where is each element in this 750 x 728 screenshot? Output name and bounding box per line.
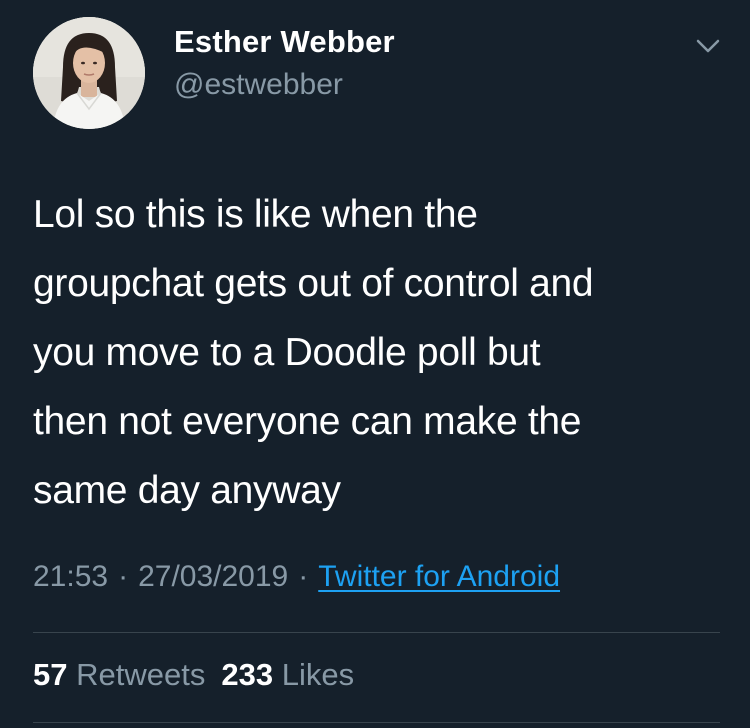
- retweets-stat[interactable]: 57 Retweets: [33, 657, 205, 692]
- avatar[interactable]: [33, 17, 145, 129]
- tweet-text-line: you move to a Doodle poll but: [33, 331, 541, 374]
- divider: [33, 722, 720, 723]
- likes-stat[interactable]: 233 Likes: [221, 657, 354, 692]
- tweet-meta: 21:53 · 27/03/2019 · Twitter for Android: [33, 560, 560, 594]
- tweet-text-line: Lol so this is like when the: [33, 193, 478, 236]
- likes-count: 233: [221, 657, 274, 692]
- tweet-stats: 57 Retweets 233 Likes: [33, 657, 354, 693]
- divider: [33, 632, 720, 633]
- tweet-text-line: then not everyone can make the: [33, 400, 582, 443]
- avatar-portrait: [33, 17, 145, 129]
- tweet-time: 21:53: [33, 560, 109, 593]
- tweet-card: Esther Webber @estwebber Lol so this is …: [0, 0, 750, 728]
- separator-dot: ·: [298, 560, 309, 593]
- tweet-date: 27/03/2019: [138, 560, 289, 593]
- tweet-text: Lol so this is like when the groupchat g…: [33, 180, 733, 525]
- retweets-count: 57: [33, 657, 68, 692]
- tweet-text-line: groupchat gets out of control and: [33, 262, 594, 305]
- tweet-source-link[interactable]: Twitter for Android: [318, 560, 560, 593]
- tweet-text-line: same day anyway: [33, 469, 341, 512]
- chevron-down-icon[interactable]: [694, 36, 722, 56]
- separator-dot: ·: [118, 560, 129, 593]
- likes-label: Likes: [281, 657, 355, 692]
- user-handle[interactable]: @estwebber: [174, 68, 343, 102]
- retweets-label: Retweets: [76, 657, 206, 692]
- user-display-name[interactable]: Esther Webber: [174, 24, 395, 60]
